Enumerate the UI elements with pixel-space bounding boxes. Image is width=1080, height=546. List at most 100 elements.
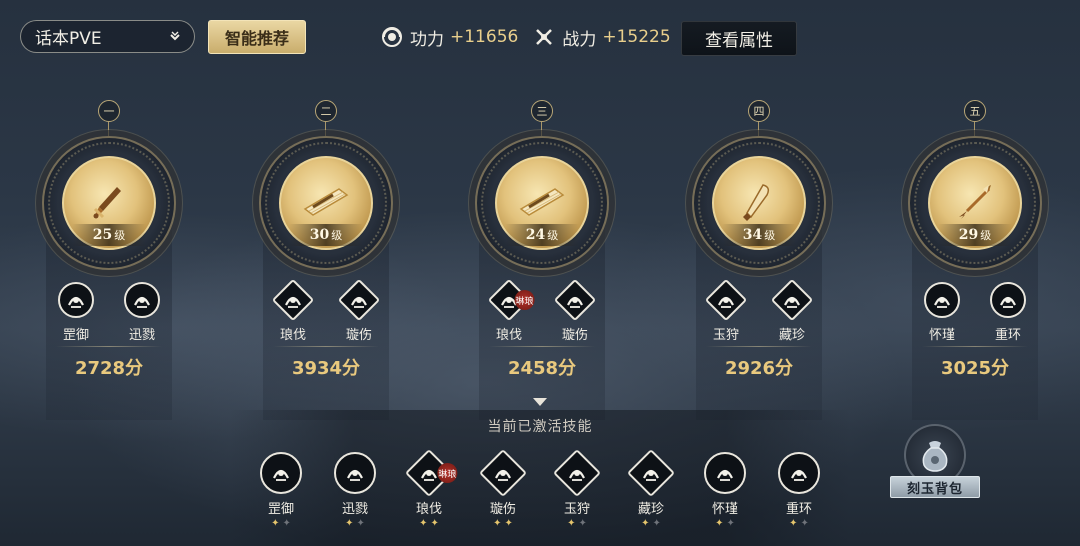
mode-select[interactable]: 话本PVE: [20, 20, 195, 53]
skill-icon[interactable]: [704, 278, 748, 322]
level-indicator: 29 级: [938, 224, 1012, 246]
slot-skills: 玉狩 藏珍: [684, 278, 834, 343]
skill-name: 藏珍: [778, 328, 805, 343]
divider: [922, 346, 1028, 347]
level-value: 29: [958, 227, 979, 243]
slot-score: 3025分: [900, 354, 1050, 380]
skill-name: 迅戮: [128, 328, 155, 343]
active-skill[interactable]: 玉狩 ✦ ✦: [552, 448, 602, 529]
jade-slot-4: 四 34 级玉狩 藏珍 2926分: [684, 100, 834, 420]
divider: [489, 346, 595, 347]
slot-skill[interactable]: 璇伤: [337, 278, 381, 343]
slot-skill[interactable]: 玉狩: [704, 278, 748, 343]
badge-connector: [758, 122, 759, 136]
active-skill[interactable]: 罡御 ✦ ✦: [258, 452, 304, 529]
skill-stars: ✦ ✦: [715, 518, 735, 529]
star-filled-icon: ✦: [271, 518, 280, 529]
skill-stars: ✦ ✦: [271, 518, 291, 529]
jade-slot-5: 五 29 级怀瑾 重环 3025分: [900, 100, 1050, 420]
active-skill[interactable]: 迅戮 ✦ ✦: [332, 452, 378, 529]
active-skill[interactable]: 重环 ✦ ✦: [776, 452, 822, 529]
skill-icon[interactable]: [990, 282, 1026, 318]
combat-value: +15225: [602, 27, 671, 47]
skill-tag-badge: 琳琅: [514, 290, 535, 310]
score-value: 2458: [507, 358, 559, 379]
skill-name: 藏珍: [637, 502, 664, 517]
star-filled-icon: ✦: [493, 518, 502, 529]
score-unit: 分: [991, 358, 1010, 379]
skill-icon[interactable]: [552, 448, 602, 498]
skill-stars: ✦ ✦: [567, 518, 587, 529]
active-skill[interactable]: 琳琅 琅伐 ✦ ✦: [404, 448, 458, 529]
crossed-blades-icon: [532, 25, 556, 49]
slot-skill[interactable]: 琳琅琅伐: [487, 278, 535, 343]
skill-icon[interactable]: [924, 282, 960, 318]
score-unit: 分: [775, 358, 794, 379]
carved-jade-bag-button[interactable]: 刻玉背包: [890, 424, 982, 500]
slot-score: 2458分: [467, 354, 617, 380]
skill-name: 重环: [785, 502, 812, 517]
skill-tag-badge: 琳琅: [437, 463, 458, 483]
divider: [706, 346, 812, 347]
active-skill[interactable]: 璇伤 ✦ ✦: [478, 448, 528, 529]
skill-name: 琅伐: [495, 328, 522, 343]
stats-bar: 功力 +11656 战力 +15225: [380, 22, 679, 52]
level-value: 34: [742, 227, 763, 243]
skill-icon[interactable]: [271, 278, 315, 322]
skill-icon[interactable]: [478, 448, 528, 498]
skill-icon[interactable]: [260, 452, 302, 494]
skill-name: 怀瑾: [928, 328, 955, 343]
slot-skill[interactable]: 藏珍: [770, 278, 814, 343]
divider: [56, 346, 162, 347]
mode-select-value: 话本PVE: [35, 29, 102, 49]
level-unit: 级: [114, 229, 126, 242]
slot-skill[interactable]: 罡御: [56, 282, 96, 343]
skill-icon[interactable]: [334, 452, 376, 494]
slot-skill[interactable]: 迅戮: [122, 282, 162, 343]
level-indicator: 25 级: [72, 224, 146, 246]
active-skill[interactable]: 怀瑾 ✦ ✦: [702, 452, 748, 529]
skill-icon[interactable]: [124, 282, 160, 318]
level-unit: 级: [331, 229, 343, 242]
skill-name: 重环: [994, 328, 1021, 343]
score-unit: 分: [125, 358, 144, 379]
star-empty-icon: ✦: [726, 518, 735, 529]
slot-skill[interactable]: 重环: [988, 282, 1028, 343]
star-empty-icon: ✦: [578, 518, 587, 529]
skill-icon[interactable]: [770, 278, 814, 322]
level-indicator: 24 级: [505, 224, 579, 246]
level-value: 24: [525, 227, 546, 243]
skill-icon[interactable]: [337, 278, 381, 322]
divider: [273, 346, 379, 347]
combat-label: 战力: [562, 29, 597, 50]
smart-recommend-button[interactable]: 智能推荐: [208, 20, 306, 54]
slot-skill[interactable]: 琅伐: [271, 278, 315, 343]
slot-skill[interactable]: 怀瑾: [922, 282, 962, 343]
skill-icon[interactable]: [704, 452, 746, 494]
star-filled-icon: ✦: [567, 518, 576, 529]
level-unit: 级: [547, 229, 559, 242]
score-value: 3934: [291, 358, 343, 379]
power-label: 功力: [410, 29, 444, 50]
level-indicator: 30 级: [289, 224, 363, 246]
slot-score: 2728分: [34, 354, 184, 380]
slot-skill[interactable]: 璇伤: [553, 278, 597, 343]
active-skill[interactable]: 藏珍 ✦ ✦: [626, 448, 676, 529]
skill-icon[interactable]: 琳琅: [487, 278, 535, 322]
score-unit: 分: [342, 358, 361, 379]
skill-name: 璇伤: [561, 328, 588, 343]
skill-icon[interactable]: 琳琅: [404, 448, 458, 498]
skill-icon[interactable]: [778, 452, 820, 494]
view-attributes-button[interactable]: 查看属性: [681, 21, 797, 56]
badge-connector: [325, 122, 326, 136]
slot-skills: 琳琅 琅伐 璇伤: [467, 278, 617, 343]
level-value: 30: [309, 227, 330, 243]
slot-skills: 琅伐 璇伤: [251, 278, 401, 343]
skill-stars: ✦ ✦: [419, 518, 439, 529]
skill-icon[interactable]: [58, 282, 94, 318]
skill-stars: ✦ ✦: [345, 518, 365, 529]
skill-icon[interactable]: [553, 278, 597, 322]
level-value: 25: [92, 227, 113, 243]
skill-name: 琅伐: [279, 328, 306, 343]
skill-icon[interactable]: [626, 448, 676, 498]
